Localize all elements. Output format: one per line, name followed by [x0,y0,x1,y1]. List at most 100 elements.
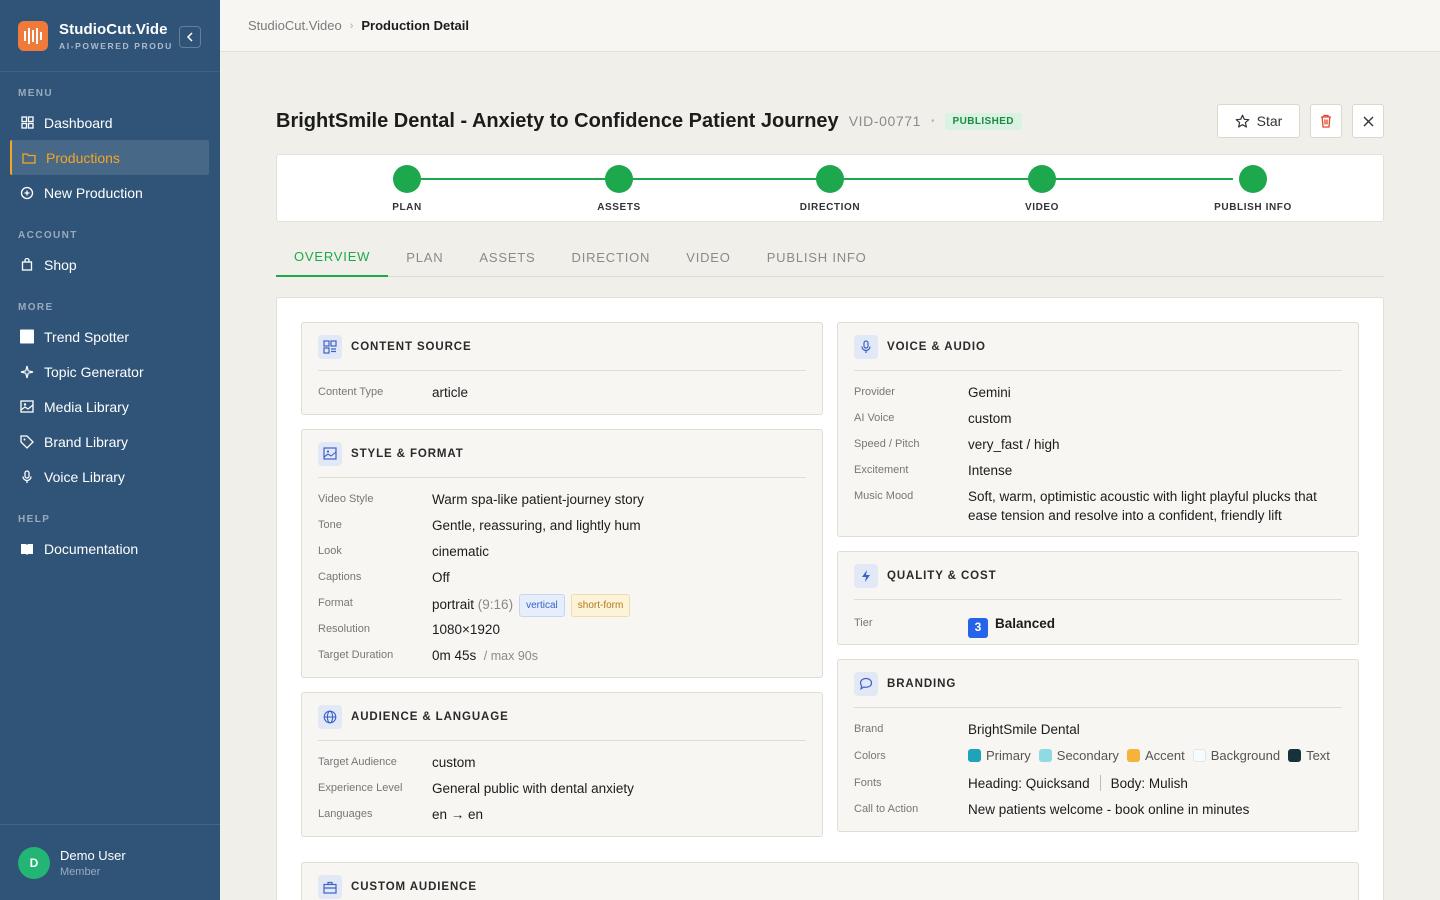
tier-number-badge: 3 [968,617,988,638]
briefcase-icon [318,875,342,899]
sidebar-item-label: New Production [44,184,143,201]
card-title: QUALITY & COST [887,569,997,582]
target-duration-value: 0m 45s / max 90s [432,643,538,666]
tag-icon [20,434,34,449]
step-complete-indicator [1028,165,1056,193]
chevron-right-icon: › [349,19,354,32]
heading-font: Heading: Quicksand [968,776,1090,791]
menu-section-label: MENU [18,88,54,99]
field-label: Brand [854,723,884,735]
sidebar-item-shop[interactable]: Shop [0,247,210,282]
step-label: VIDEO [1024,202,1060,213]
sidebar: StudioCut.Vide AI-POWERED PRODU MENU Das… [0,0,220,900]
avatar: D [18,846,50,879]
tab-direction[interactable]: DIRECTION [554,238,669,276]
field-label: Experience Level [318,782,403,794]
quality-cost-card: QUALITY & COST Tier 3 Balanced [837,551,1359,645]
sidebar-item-trend-spotter[interactable]: Trend Spotter [0,319,210,354]
user-profile[interactable]: D Demo User Member [0,824,220,900]
more-section-label: MORE [18,302,54,313]
page-title: BrightSmile Dental - Anxiety to Confiden… [276,109,839,132]
chat-bubble-icon [854,671,878,696]
mic-icon [20,469,34,484]
image-icon [20,400,34,414]
content-source-card: CONTENT SOURCE Content Type article [301,322,823,415]
divider [1099,775,1101,791]
breadcrumb-root-link[interactable]: StudioCut.Video [248,18,342,33]
plus-circle-icon [20,186,34,200]
user-role: Member [60,865,101,878]
color-swatch-secondary: Secondary [1038,748,1119,763]
tab-plan[interactable]: PLAN [388,238,461,276]
tab-assets[interactable]: ASSETS [461,238,553,276]
step-label: PLAN [392,202,422,213]
sidebar-item-brand-library[interactable]: Brand Library [0,424,210,459]
duration-value: 0m 45s [432,648,477,663]
app-logo-icon[interactable] [18,20,48,51]
content-type-value: article [432,385,469,400]
collapse-sidebar-button[interactable] [179,26,201,48]
sidebar-item-label: Dashboard [44,114,113,131]
sidebar-item-new-production[interactable]: New Production [0,175,210,210]
sidebar-item-topic-generator[interactable]: Topic Generator [0,354,210,389]
breadcrumb-current: Production Detail [361,18,470,33]
globe-icon [318,704,342,729]
card-title: BRANDING [887,677,957,690]
body-font: Body: Mulish [1110,776,1188,791]
style-format-card: STYLE & FORMAT Video Style Warm spa-like … [301,429,823,678]
speed-pitch-value: very_fast / high [968,437,1060,452]
field-label: Speed / Pitch [854,438,920,450]
sidebar-item-productions[interactable]: Productions [10,140,209,175]
sidebar-item-media-library[interactable]: Media Library [0,389,210,424]
swatch [1288,749,1302,762]
field-label: Format [318,597,353,609]
overview-panel: CONTENT SOURCE Content Type article STYLE… [276,297,1384,900]
tier-name: Balanced [995,616,1056,631]
card-title: AUDIENCE & LANGUAGE [351,710,509,723]
vertical-chip: vertical [519,594,565,617]
aspect-ratio: (9:16) [477,597,514,612]
delete-button[interactable] [1310,104,1342,138]
card-title: VOICE & AUDIO [887,340,986,353]
provider-value: Gemini [968,385,1011,400]
star-button[interactable]: Star [1217,104,1300,138]
sidebar-item-voice-library[interactable]: Voice Library [0,459,210,494]
step-video[interactable]: VIDEO [972,165,1112,213]
grid-icon [20,116,34,130]
step-direction[interactable]: DIRECTION [760,165,900,213]
close-button[interactable] [1352,104,1384,138]
tab-publish-info[interactable]: PUBLISH INFO [749,238,885,276]
field-label: Languages [318,808,373,820]
close-icon [1363,116,1373,126]
swatch-label: Background [1210,748,1281,763]
look-value: cinematic [432,544,490,559]
tab-overview[interactable]: OVERVIEW [276,238,389,277]
excitement-value: Intense [968,463,1013,478]
account-section-label: ACCOUNT [18,230,78,241]
help-section-label: HELP [18,514,51,525]
short-form-chip: short-form [570,594,631,617]
tab-video[interactable]: VIDEO [668,238,748,276]
step-plan[interactable]: PLAN [337,165,477,213]
mic-icon [854,334,878,359]
sidebar-item-dashboard[interactable]: Dashboard [0,105,210,140]
field-label: Target Audience [318,756,397,768]
chevron-left-icon [186,32,193,42]
voice-audio-card: VOICE & AUDIO Provider Gemini AI Voice cus… [837,322,1359,537]
field-label: Content Type [318,386,384,398]
step-assets[interactable]: ASSETS [549,165,689,213]
layout-icon [318,334,342,359]
field-label: Tier [854,617,873,629]
color-swatch-accent: Accent [1126,748,1185,763]
sidebar-item-documentation[interactable]: Documentation [0,531,210,566]
target-audience-value: custom [432,755,476,770]
format-value: portrait (9:16) vertical short-form [432,591,631,617]
step-publish-info[interactable]: PUBLISH INFO [1183,165,1323,213]
swatch [1038,749,1052,762]
field-label: Provider [854,386,895,398]
field-label: Excitement [854,464,909,476]
card-title: CUSTOM AUDIENCE [351,881,477,893]
languages-value: en → en [432,807,484,822]
book-icon [20,542,34,556]
production-id: VID-00771 [848,113,922,129]
